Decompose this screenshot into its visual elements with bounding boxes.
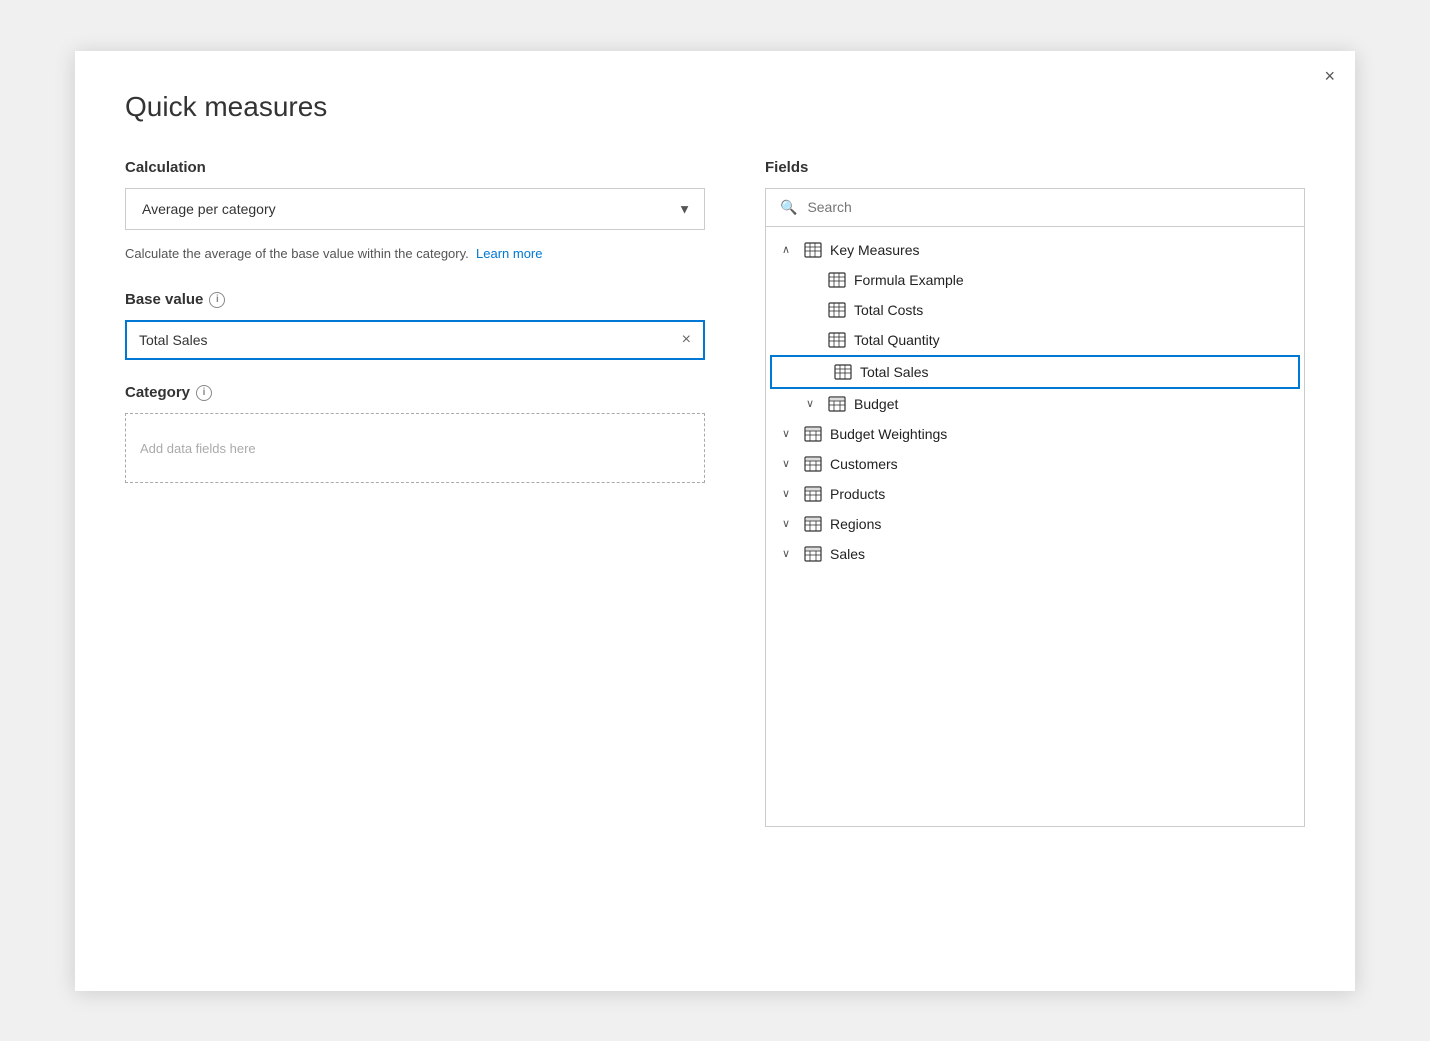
learn-more-link[interactable]: Learn more	[476, 246, 542, 261]
chevron-icon: ∨	[782, 427, 796, 440]
category-placeholder: Add data fields here	[140, 441, 256, 456]
fields-tree: ∧ Key Measures∨ Formula Example∨ Total C…	[765, 227, 1305, 827]
measure-icon	[828, 272, 846, 288]
base-value-info-icon[interactable]: i	[209, 292, 225, 308]
tree-item-label: Total Sales	[860, 364, 928, 380]
table-icon	[804, 486, 822, 502]
left-panel: Calculation Average per category ▼ Calcu…	[125, 159, 705, 827]
calculation-dropdown-wrapper: Average per category ▼	[125, 188, 705, 230]
tree-item-regions[interactable]: ∨ Regions	[766, 509, 1304, 539]
category-info-icon[interactable]: i	[196, 385, 212, 401]
clear-base-value-icon[interactable]: ×	[682, 332, 691, 348]
fields-label: Fields	[765, 159, 1305, 176]
tree-item-budget-weightings[interactable]: ∨ Budget Weightings	[766, 419, 1304, 449]
description-text: Calculate the average of the base value …	[125, 244, 705, 264]
search-input[interactable]	[807, 199, 1290, 215]
table-icon	[804, 516, 822, 532]
chevron-icon: ∨	[782, 487, 796, 500]
table-icon	[804, 456, 822, 472]
tree-item-total-sales[interactable]: ∨ Total Sales	[770, 355, 1300, 389]
tree-item-total-quantity[interactable]: ∨ Total Quantity	[766, 325, 1304, 355]
base-value-value: Total Sales	[139, 332, 207, 348]
tree-item-budget[interactable]: ∨ Budget	[766, 389, 1304, 419]
calculation-dropdown[interactable]: Average per category	[125, 188, 705, 230]
chevron-icon: ∨	[806, 397, 820, 410]
dialog-title: Quick measures	[125, 91, 1305, 123]
tree-item-label: Customers	[830, 456, 898, 472]
tree-item-label: Formula Example	[854, 272, 964, 288]
category-drop-zone[interactable]: Add data fields here	[125, 413, 705, 483]
category-label: Category i	[125, 384, 705, 401]
tree-item-formula-example[interactable]: ∨ Formula Example	[766, 265, 1304, 295]
table-icon	[804, 546, 822, 562]
chevron-icon: ∨	[782, 517, 796, 530]
tree-item-label: Key Measures	[830, 242, 919, 258]
tree-item-sales[interactable]: ∨ Sales	[766, 539, 1304, 569]
tree-item-label: Budget Weightings	[830, 426, 947, 442]
quick-measures-dialog: × Quick measures Calculation Average per…	[75, 51, 1355, 991]
search-box: 🔍	[765, 188, 1305, 227]
tree-item-label: Total Costs	[854, 302, 923, 318]
tree-item-key-measures[interactable]: ∧ Key Measures	[766, 235, 1304, 265]
calculation-label: Calculation	[125, 159, 705, 176]
table-icon	[804, 426, 822, 442]
tree-item-total-costs[interactable]: ∨ Total Costs	[766, 295, 1304, 325]
tree-item-label: Products	[830, 486, 885, 502]
close-button[interactable]: ×	[1324, 67, 1335, 85]
chevron-icon: ∧	[782, 243, 796, 256]
base-value-input[interactable]: Total Sales ×	[125, 320, 705, 360]
table-icon	[828, 396, 846, 412]
tree-item-label: Budget	[854, 396, 898, 412]
right-panel: Fields 🔍 ∧ Key Measures∨ Formula Example…	[765, 159, 1305, 827]
measure-icon	[804, 242, 822, 258]
base-value-label: Base value i	[125, 291, 705, 308]
chevron-icon: ∨	[782, 547, 796, 560]
tree-item-customers[interactable]: ∨ Customers	[766, 449, 1304, 479]
measure-icon	[828, 302, 846, 318]
chevron-icon: ∨	[782, 457, 796, 470]
tree-item-label: Regions	[830, 516, 881, 532]
tree-item-label: Total Quantity	[854, 332, 940, 348]
search-icon: 🔍	[780, 199, 797, 216]
measure-icon	[828, 332, 846, 348]
measure-icon	[834, 364, 852, 380]
tree-item-label: Sales	[830, 546, 865, 562]
tree-item-products[interactable]: ∨ Products	[766, 479, 1304, 509]
